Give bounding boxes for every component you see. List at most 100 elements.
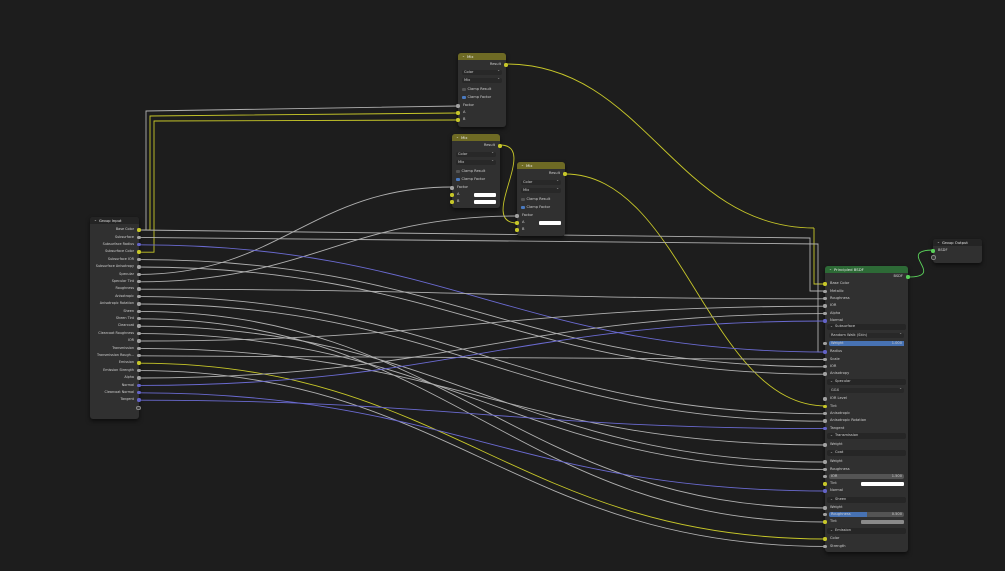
bsdf-alpha-socket[interactable] xyxy=(823,311,827,316)
sheen-panel[interactable]: ⌄ Sheen xyxy=(827,497,906,503)
specular-tint-socket[interactable] xyxy=(823,404,827,409)
group-input-subsurface-ior-socket[interactable] xyxy=(137,257,141,262)
specular-tangent-socket[interactable] xyxy=(823,426,827,431)
b-color-swatch[interactable] xyxy=(474,199,496,205)
a-color-swatch[interactable] xyxy=(474,192,496,198)
specular-distribution-dropdown[interactable]: GGX xyxy=(829,387,904,393)
collapse-chevron-icon[interactable]: ⌄ xyxy=(456,135,459,140)
b-socket[interactable] xyxy=(515,228,519,232)
b-socket[interactable] xyxy=(450,200,454,204)
factor-socket[interactable] xyxy=(450,186,454,190)
clamp-result-checkbox[interactable]: Clamp Result xyxy=(462,87,491,92)
a-socket[interactable] xyxy=(450,193,454,197)
group-input-sheen-socket[interactable] xyxy=(137,309,141,314)
empty-socket[interactable] xyxy=(931,255,936,260)
clamp-factor-checkbox[interactable]: Clamp Factor xyxy=(462,95,491,100)
bsdf-ior-socket[interactable] xyxy=(823,304,827,308)
bsdf-normal-socket[interactable] xyxy=(823,319,827,323)
blend-mode-dropdown[interactable]: Mix xyxy=(521,187,561,193)
group-input-subsurface-socket[interactable] xyxy=(137,235,141,240)
group-input-header[interactable]: ⌄ Group Input xyxy=(90,217,139,224)
clamp-result-checkbox[interactable]: Clamp Result xyxy=(456,169,485,174)
group-output-header[interactable]: ⌄ Group Output xyxy=(933,239,982,246)
emission-strength-socket[interactable] xyxy=(823,544,827,549)
group-input-empty-socket[interactable] xyxy=(136,405,141,411)
coat-tint-socket[interactable] xyxy=(823,482,827,486)
group-input-roughness-socket[interactable] xyxy=(137,287,141,291)
coat-normal-socket[interactable] xyxy=(823,489,827,493)
sheen-tint-socket[interactable] xyxy=(823,520,827,524)
subsurface-radius-socket[interactable] xyxy=(823,350,827,354)
sheen-weight-socket[interactable] xyxy=(823,506,827,510)
bsdf-base-color-socket[interactable] xyxy=(823,282,827,286)
subsurface-weight-field[interactable]: Weight 1.000 xyxy=(829,341,904,346)
group-input-emission-socket[interactable] xyxy=(137,361,141,365)
clamp-factor-checkbox[interactable]: Clamp Factor xyxy=(456,177,485,182)
blend-mode-dropdown[interactable]: Mix xyxy=(456,159,496,165)
coat-ior-field[interactable]: IOR 1.500 xyxy=(829,474,904,479)
collapse-chevron-icon[interactable]: ⌄ xyxy=(937,240,940,245)
coat-tint-swatch[interactable] xyxy=(861,481,904,487)
group-output-node[interactable]: ⌄ Group Output BSDF xyxy=(931,239,982,263)
group-input-anisotropic-rotation-socket[interactable] xyxy=(137,302,141,306)
group-input-transmission-rough-socket[interactable] xyxy=(137,354,141,358)
subsurface-weight-field-socket[interactable] xyxy=(823,341,827,346)
data-type-dropdown[interactable]: Color xyxy=(521,179,561,185)
principled-bsdf-node[interactable]: ⌄ Principled BSDF BSDF Base Color Metallic… xyxy=(823,266,910,552)
group-input-subsurface-radius-socket[interactable] xyxy=(137,243,141,247)
group-input-sheen-tint-socket[interactable] xyxy=(137,317,141,321)
group-input-normal-socket[interactable] xyxy=(137,383,141,388)
collapse-chevron-icon[interactable]: ⌄ xyxy=(829,267,832,272)
factor-socket[interactable] xyxy=(456,104,460,108)
group-input-specular-tint-socket[interactable] xyxy=(137,280,141,284)
mix-node-header[interactable]: ⌄ Mix xyxy=(517,162,565,169)
coat-weight-socket[interactable] xyxy=(823,460,827,464)
factor-socket[interactable] xyxy=(515,214,519,218)
sheen-roughness-field[interactable]: Roughness 0.500 xyxy=(829,512,904,517)
a-color-swatch[interactable] xyxy=(539,220,561,226)
collapse-chevron-icon[interactable]: ⌄ xyxy=(94,218,97,223)
bsdf-socket[interactable] xyxy=(931,249,935,253)
group-input-specular-socket[interactable] xyxy=(137,272,141,277)
group-input-ior-socket[interactable] xyxy=(137,339,141,343)
transmission-weight-socket[interactable] xyxy=(823,443,827,447)
subsurface-method-dropdown[interactable]: Random Walk (Skin) xyxy=(829,332,904,338)
specular-ior-level-socket[interactable] xyxy=(823,397,827,401)
group-input-node[interactable]: ⌄ Group Input Base Color Subsurface Subsurf… xyxy=(90,217,141,419)
mix-node-3[interactable]: ⌄Mix Result Color Mix Clamp Result Clamp… xyxy=(515,162,567,236)
group-input-clearcoat-normal-socket[interactable] xyxy=(137,391,141,395)
blend-mode-dropdown[interactable]: Mix xyxy=(462,77,502,83)
group-input-anisotropic-socket[interactable] xyxy=(137,294,141,299)
group-input-tangent-socket[interactable] xyxy=(137,398,141,402)
group-input-clearcoat-socket[interactable] xyxy=(137,324,141,328)
group-input-clearcoat-roughness-socket[interactable] xyxy=(137,331,141,336)
group-input-subsurface-anisotropy-socket[interactable] xyxy=(137,265,141,269)
group-input-alpha-socket[interactable] xyxy=(137,376,141,380)
mix-node-header[interactable]: ⌄ Mix xyxy=(458,53,506,60)
coat-roughness-socket[interactable] xyxy=(823,467,827,472)
mix-node-1[interactable]: ⌄Mix Result Color Mix Clamp Result Clamp… xyxy=(456,53,508,127)
subsurface-scale-socket[interactable] xyxy=(823,357,827,362)
emission-color-socket[interactable] xyxy=(823,537,827,541)
coat-ior-field-socket[interactable] xyxy=(823,474,827,479)
group-input-emission-strength-socket[interactable] xyxy=(137,368,141,373)
sheen-tint-swatch[interactable] xyxy=(861,519,904,525)
result-socket[interactable] xyxy=(504,63,508,67)
coat-panel[interactable]: ⌄ Coat xyxy=(827,450,906,456)
group-input-transmission-socket[interactable] xyxy=(137,346,141,351)
result-socket[interactable] xyxy=(498,144,502,148)
specular-panel[interactable]: ⌄ Specular xyxy=(827,379,906,385)
data-type-dropdown[interactable]: Color xyxy=(456,151,496,157)
a-socket[interactable] xyxy=(456,111,460,115)
emission-panel[interactable]: ⌄ Emission xyxy=(827,528,906,534)
bsdf-output-socket[interactable] xyxy=(906,275,910,279)
subsurface-anisotropy-socket[interactable] xyxy=(823,372,827,376)
principled-bsdf-header[interactable]: ⌄ Principled BSDF xyxy=(825,266,908,273)
transmission-panel[interactable]: ⌄ Transmission xyxy=(827,433,906,439)
group-input-base-color-socket[interactable] xyxy=(137,228,141,232)
b-socket[interactable] xyxy=(456,118,460,122)
mix-node-header[interactable]: ⌄ Mix xyxy=(452,134,500,141)
collapse-chevron-icon[interactable]: ⌄ xyxy=(462,54,465,59)
sheen-roughness-field-socket[interactable] xyxy=(823,512,827,517)
result-socket[interactable] xyxy=(563,172,567,176)
